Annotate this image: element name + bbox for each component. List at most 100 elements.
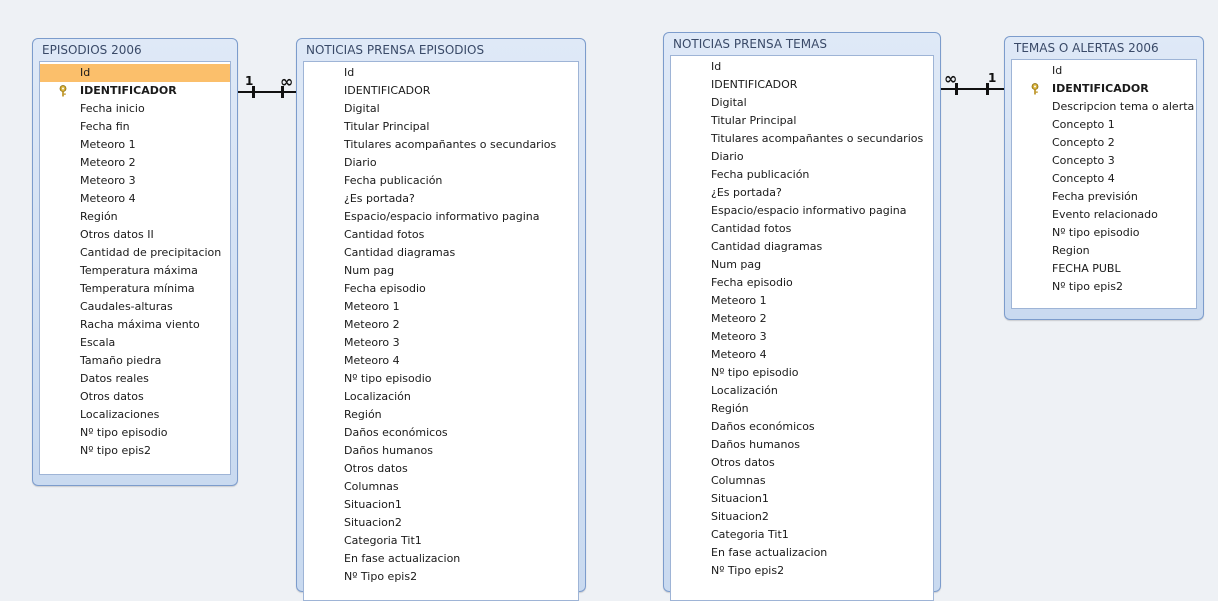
field-row[interactable]: Categoria Tit1 <box>304 532 578 550</box>
field-row[interactable]: Localizaciones <box>40 406 230 424</box>
field-row[interactable]: Fecha publicación <box>671 166 933 184</box>
field-row[interactable]: IDENTIFICADOR <box>671 76 933 94</box>
field-row[interactable]: Nº Tipo epis2 <box>671 562 933 580</box>
field-row[interactable]: Meteoro 1 <box>671 292 933 310</box>
relationship-line[interactable] <box>941 88 1004 90</box>
field-row[interactable]: Meteoro 2 <box>304 316 578 334</box>
field-row[interactable]: ¿Es portada? <box>671 184 933 202</box>
field-row[interactable]: Cantidad fotos <box>671 220 933 238</box>
field-row[interactable]: Daños humanos <box>671 436 933 454</box>
field-row[interactable]: Meteoro 1 <box>40 136 230 154</box>
field-row[interactable]: En fase actualizacion <box>304 550 578 568</box>
field-row[interactable]: Fecha episodio <box>304 280 578 298</box>
field-row[interactable]: Región <box>40 208 230 226</box>
field-row[interactable]: Fecha previsión <box>1012 188 1196 206</box>
field-row[interactable]: Otros datos <box>671 454 933 472</box>
field-row[interactable]: Concepto 4 <box>1012 170 1196 188</box>
relationship-line[interactable] <box>238 91 296 93</box>
field-row[interactable]: Meteoro 3 <box>671 328 933 346</box>
field-row[interactable]: Escala <box>40 334 230 352</box>
field-row[interactable]: Racha máxima viento <box>40 316 230 334</box>
field-row[interactable]: Otros datos II <box>40 226 230 244</box>
field-row[interactable]: Tamaño piedra <box>40 352 230 370</box>
field-row[interactable]: Daños económicos <box>671 418 933 436</box>
field-row[interactable]: Cantidad fotos <box>304 226 578 244</box>
field-row[interactable]: Situacion2 <box>671 508 933 526</box>
field-row[interactable]: Meteoro 4 <box>40 190 230 208</box>
field-row[interactable]: ¿Es portada? <box>304 190 578 208</box>
field-row[interactable]: IDENTIFICADOR <box>304 82 578 100</box>
field-row[interactable]: Otros datos <box>304 460 578 478</box>
field-row[interactable]: Meteoro 2 <box>40 154 230 172</box>
field-row[interactable]: Meteoro 3 <box>40 172 230 190</box>
field-row[interactable]: Categoria Tit1 <box>671 526 933 544</box>
field-row[interactable]: Localización <box>304 388 578 406</box>
field-row[interactable]: Titulares acompañantes o secundarios <box>304 136 578 154</box>
field-list[interactable]: Id IDENTIFICADOR Fecha inicio Fecha fin … <box>39 61 231 475</box>
field-row[interactable]: Nº tipo episodio <box>40 424 230 442</box>
table-noticias-prensa-episodios[interactable]: NOTICIAS PRENSA EPISODIOS Id IDENTIFICAD… <box>296 38 586 601</box>
field-row[interactable]: Region <box>1012 242 1196 260</box>
field-row[interactable]: Concepto 2 <box>1012 134 1196 152</box>
field-row[interactable]: Temperatura máxima <box>40 262 230 280</box>
field-row[interactable]: Región <box>671 400 933 418</box>
field-list[interactable]: Id IDENTIFICADOR Digital Titular Princip… <box>303 61 579 601</box>
table-title[interactable]: NOTICIAS PRENSA EPISODIOS <box>303 39 579 61</box>
field-row[interactable]: Diario <box>671 148 933 166</box>
field-row[interactable]: Titulares acompañantes o secundarios <box>671 130 933 148</box>
field-row[interactable]: Nº tipo epis2 <box>1012 278 1196 296</box>
field-row[interactable]: Meteoro 2 <box>671 310 933 328</box>
field-row[interactable]: Espacio/espacio informativo pagina <box>671 202 933 220</box>
field-row[interactable]: Concepto 3 <box>1012 152 1196 170</box>
field-row[interactable]: Situacion1 <box>304 496 578 514</box>
field-row[interactable]: Meteoro 4 <box>671 346 933 364</box>
field-row[interactable]: Otros datos <box>40 388 230 406</box>
field-row[interactable]: Fecha episodio <box>671 274 933 292</box>
field-identificador[interactable]: IDENTIFICADOR <box>40 82 230 100</box>
field-row[interactable]: Meteoro 3 <box>304 334 578 352</box>
field-row[interactable]: Id <box>304 64 578 82</box>
field-identificador[interactable]: IDENTIFICADOR <box>1012 80 1196 98</box>
field-row[interactable]: Columnas <box>671 472 933 490</box>
table-title[interactable]: EPISODIOS 2006 <box>39 39 231 61</box>
field-row[interactable]: Datos reales <box>40 370 230 388</box>
field-row[interactable]: Digital <box>304 100 578 118</box>
table-episodios-2006[interactable]: EPISODIOS 2006 Id IDENTIFICADOR Fecha in… <box>32 38 238 486</box>
field-row[interactable]: Id <box>1012 62 1196 80</box>
field-row[interactable]: FECHA PUBL <box>1012 260 1196 278</box>
field-row[interactable]: Daños económicos <box>304 424 578 442</box>
table-title[interactable]: NOTICIAS PRENSA TEMAS <box>670 33 934 55</box>
field-row[interactable]: Digital <box>671 94 933 112</box>
field-row[interactable]: Nº tipo epis2 <box>40 442 230 460</box>
table-noticias-prensa-temas[interactable]: NOTICIAS PRENSA TEMAS Id IDENTIFICADOR D… <box>663 32 941 601</box>
field-row[interactable]: Nº tipo episodio <box>1012 224 1196 242</box>
field-row[interactable]: Evento relacionado <box>1012 206 1196 224</box>
field-row[interactable]: Daños humanos <box>304 442 578 460</box>
field-row[interactable]: Cantidad diagramas <box>304 244 578 262</box>
field-row[interactable]: Diario <box>304 154 578 172</box>
field-row[interactable]: Situacion1 <box>671 490 933 508</box>
field-row[interactable]: Localización <box>671 382 933 400</box>
field-list[interactable]: Id IDENTIFICADOR Descripcion tema o aler… <box>1011 59 1197 309</box>
field-row[interactable]: Situacion2 <box>304 514 578 532</box>
field-row[interactable]: Titular Principal <box>304 118 578 136</box>
field-row[interactable]: Nº tipo episodio <box>671 364 933 382</box>
field-row[interactable]: Descripcion tema o alerta <box>1012 98 1196 116</box>
field-row[interactable]: Num pag <box>304 262 578 280</box>
field-row[interactable]: Temperatura mínima <box>40 280 230 298</box>
field-row[interactable]: Caudales-alturas <box>40 298 230 316</box>
table-temas-o-alertas-2006[interactable]: TEMAS O ALERTAS 2006 Id IDENTIFICADOR De… <box>1004 36 1204 320</box>
field-row[interactable]: Fecha fin <box>40 118 230 136</box>
field-row[interactable]: Id <box>671 58 933 76</box>
field-row[interactable]: Fecha inicio <box>40 100 230 118</box>
field-row[interactable]: Región <box>304 406 578 424</box>
field-row[interactable]: Num pag <box>671 256 933 274</box>
field-row[interactable]: Titular Principal <box>671 112 933 130</box>
table-title[interactable]: TEMAS O ALERTAS 2006 <box>1011 37 1197 59</box>
field-row[interactable]: Cantidad de precipitacion <box>40 244 230 262</box>
field-id[interactable]: Id <box>40 64 230 82</box>
field-row[interactable]: Fecha publicación <box>304 172 578 190</box>
field-list[interactable]: Id IDENTIFICADOR Digital Titular Princip… <box>670 55 934 601</box>
field-row[interactable]: Espacio/espacio informativo pagina <box>304 208 578 226</box>
field-row[interactable]: Nº Tipo epis2 <box>304 568 578 586</box>
